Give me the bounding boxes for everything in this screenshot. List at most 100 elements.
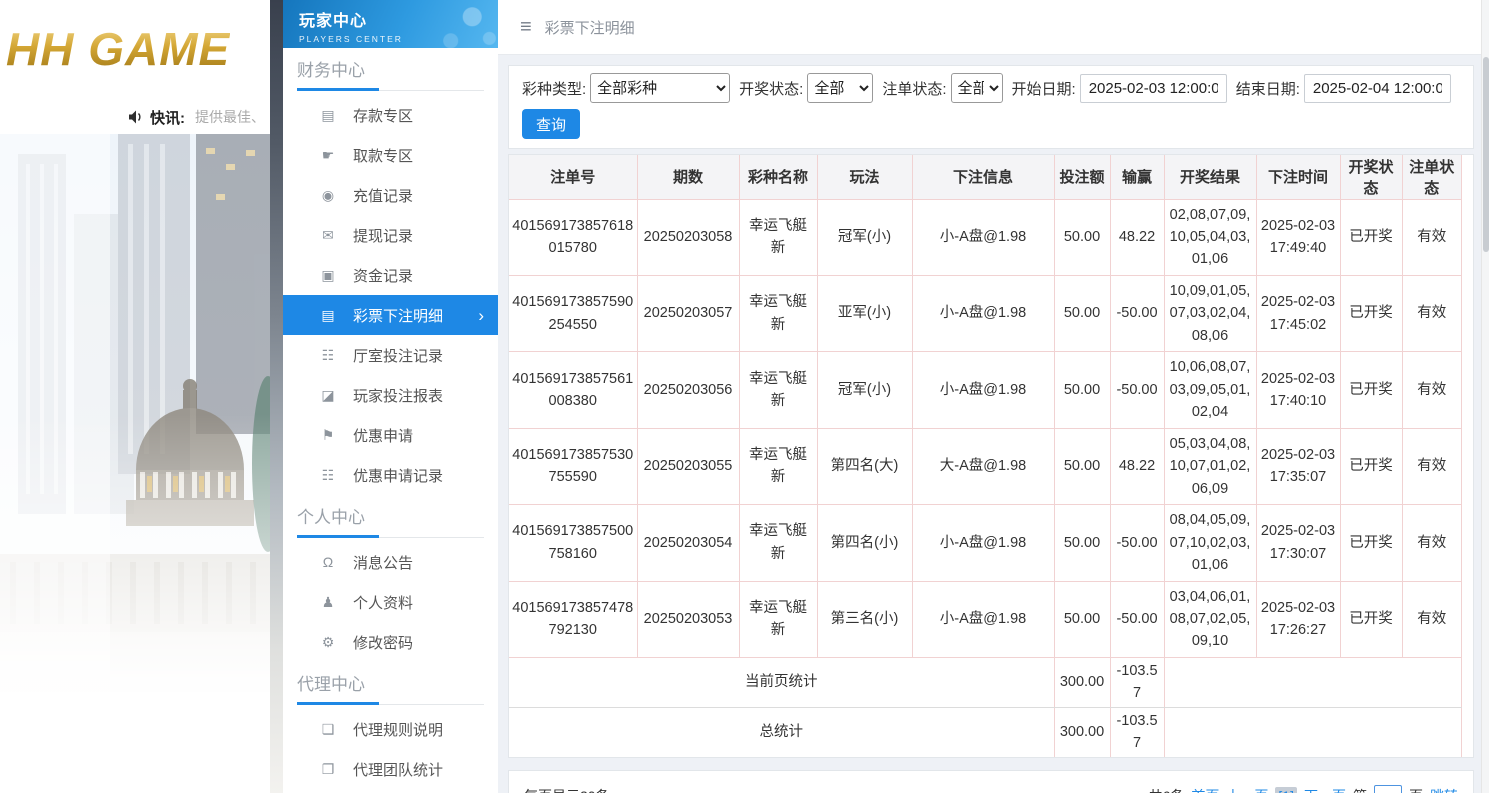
sidebar-item-agent-team-stats[interactable]: ❐ 代理团队统计 <box>283 749 498 789</box>
purse-icon: ▣ <box>321 266 335 283</box>
site-header: HH GAME <box>0 0 283 100</box>
section-rule <box>297 535 484 538</box>
table-row: 401569173857500758160 20250203054 幸运飞艇新 第四… <box>509 504 1462 582</box>
page-title: 彩票下注明细 <box>544 19 635 37</box>
sidebar-item-withdrawal-records[interactable]: ✉ 提现记录 <box>283 215 498 255</box>
section-title-finance: 财务中心 <box>297 61 365 80</box>
order-status-label: 注单状态: <box>882 80 947 98</box>
page-size-text: 每页显示20条 <box>524 786 610 793</box>
first-page-link[interactable]: 首页 <box>1191 786 1219 793</box>
start-date-label: 开始日期: <box>1011 80 1076 98</box>
col-header-order-status: 注单状态 <box>1401 155 1462 200</box>
page-summary-label: 当前页统计 <box>509 657 1054 708</box>
total-summary-winloss: -103.57 <box>1109 707 1164 757</box>
col-header-draw-result: 开奖结果 <box>1163 155 1256 200</box>
jump-button[interactable]: 跳转 <box>1430 786 1458 793</box>
prev-page-link[interactable]: 上一页 <box>1226 786 1268 793</box>
total-summary-row: 总统计 300.00 -103.57 <box>509 707 1462 757</box>
form-list-icon: ☷ <box>321 466 335 483</box>
sidebar-item-agent-rules[interactable]: ❏ 代理规则说明 <box>283 709 498 749</box>
end-date-label: 结束日期: <box>1235 80 1300 98</box>
lottery-type-select[interactable]: 全部彩种 <box>590 73 731 103</box>
filter-panel: 彩种类型: 全部彩种 开奖状态: 全部 注单状态: 全部 开始日期: 2025-… <box>508 65 1474 149</box>
vertical-scrollbar[interactable] <box>1481 0 1489 793</box>
order-status-select[interactable]: 全部 <box>950 73 1003 103</box>
lottery-type-label: 彩种类型: <box>522 80 587 98</box>
city-background-image <box>0 134 283 793</box>
news-ticker: 快讯: 提供最佳、 <box>0 100 283 134</box>
col-header-winloss: 输赢 <box>1109 155 1164 200</box>
wallet-icon: ✉ <box>322 226 334 243</box>
jump-prefix-text: 第 <box>1353 786 1367 793</box>
site-logo[interactable]: HH GAME <box>6 22 230 76</box>
col-header-issue: 期数 <box>636 155 739 200</box>
sidebar-item-deposit-zone[interactable]: ▤ 存款专区 <box>283 95 498 135</box>
list-icon: ▤ <box>321 306 335 323</box>
col-header-bet-info: 下注信息 <box>911 155 1054 200</box>
person-icon: ♟ <box>321 593 335 610</box>
section-personal: 个人中心 Ω 消息公告 ♟ 个人资料 ⚙ 修改密码 <box>283 495 498 662</box>
gear-icon: ⚙ <box>321 633 335 650</box>
sidebar-item-player-bet-report[interactable]: ◪ 玩家投注报表 <box>283 375 498 415</box>
sidebar-item-promo-application-records[interactable]: ☷ 优惠申请记录 <box>283 455 498 495</box>
page-divider-shadow <box>270 0 283 793</box>
next-page-link[interactable]: 下一页 <box>1304 786 1346 793</box>
total-summary-bet: 300.00 <box>1053 707 1110 757</box>
sidebar-item-hall-bet-records[interactable]: ☷ 厅室投注记录 <box>283 335 498 375</box>
page-summary-winloss: -103.57 <box>1109 657 1164 708</box>
section-title-personal: 个人中心 <box>297 508 365 527</box>
sidebar-item-funds-records[interactable]: ▣ 资金记录 <box>283 255 498 295</box>
speaker-icon <box>129 110 141 124</box>
main-content: ≡ 彩票下注明细 彩种类型: 全部彩种 开奖状态: 全部 注单状态: 全部 开始… <box>498 0 1481 793</box>
players-center-title: 玩家中心 <box>299 13 368 30</box>
sidebar: 玩家中心 PLAYERS CENTER 财务中心 ▤ 存款专区 ☛ 取款专区 ◉… <box>283 0 498 793</box>
bet-records-table: 注单号 期数 彩种名称 玩法 下注信息 投注额 输赢 开奖结果 下注时间 开奖状… <box>509 155 1462 757</box>
report-chart-icon: ◪ <box>321 386 335 403</box>
scrollbar-thumb[interactable] <box>1483 57 1489 252</box>
gift-icon: ⚑ <box>321 426 335 443</box>
deposit-card-icon: ▤ <box>321 106 335 123</box>
total-count-text: 共6条 <box>1149 786 1185 793</box>
col-header-play: 玩法 <box>816 155 912 200</box>
background-site: HH GAME 快讯: 提供最佳、 <box>0 0 283 793</box>
sidebar-item-personal-profile[interactable]: ♟ 个人资料 <box>283 582 498 622</box>
section-title-agent: 代理中心 <box>297 675 365 694</box>
document-icon: ❏ <box>321 720 335 737</box>
table-row: 401569173857530755590 20250203055 幸运飞艇新 第四… <box>509 428 1462 506</box>
hamburger-menu-icon[interactable]: ≡ <box>520 16 532 39</box>
moneybag-icon: ◉ <box>321 186 335 203</box>
col-header-draw-status: 开奖状态 <box>1339 155 1402 200</box>
table-header-row: 注单号 期数 彩种名称 玩法 下注信息 投注额 输赢 开奖结果 下注时间 开奖状… <box>509 155 1462 200</box>
start-date-input[interactable] <box>1079 73 1227 103</box>
section-rule <box>297 88 484 91</box>
page-summary-bet: 300.00 <box>1053 657 1110 708</box>
table-row: 401569173857478792130 20250203053 幸运飞艇新 第三… <box>509 581 1462 658</box>
draw-status-select[interactable]: 全部 <box>807 73 874 103</box>
withdraw-hand-icon: ☛ <box>321 146 335 163</box>
bell-icon: Ω <box>322 554 334 570</box>
sidebar-item-lottery-bet-details[interactable]: ▤ 彩票下注明细 › <box>283 295 498 335</box>
form-list-icon: ☷ <box>321 346 335 363</box>
sidebar-item-promo-application[interactable]: ⚑ 优惠申请 <box>283 415 498 455</box>
total-summary-label: 总统计 <box>759 724 804 741</box>
sidebar-item-change-password[interactable]: ⚙ 修改密码 <box>283 622 498 662</box>
table-row: 401569173857561008380 20250203056 幸运飞艇新 冠军… <box>509 351 1462 429</box>
sidebar-item-recharge-records[interactable]: ◉ 充值记录 <box>283 175 498 215</box>
draw-status-label: 开奖状态: <box>739 80 804 98</box>
ticker-label: 快讯: <box>150 109 185 127</box>
sidebar-item-message-announcements[interactable]: Ω 消息公告 <box>283 542 498 582</box>
sidebar-item-withdraw-zone[interactable]: ☛ 取款专区 <box>283 135 498 175</box>
screen: HH GAME 快讯: 提供最佳、 玩家中心 PLAYERS CENTER 财务… <box>0 0 1489 793</box>
page-number-input[interactable] <box>1374 785 1402 793</box>
current-page-badge: [1] <box>1275 786 1297 793</box>
end-date-input[interactable] <box>1303 73 1451 103</box>
topbar: ≡ 彩票下注明细 <box>498 0 1481 55</box>
ledger-icon: ❐ <box>321 760 335 777</box>
query-button[interactable]: 查询 <box>522 109 580 139</box>
page-summary-row: 当前页统计 300.00 -103.57 <box>509 657 1462 708</box>
section-agent: 代理中心 ❏ 代理规则说明 ❐ 代理团队统计 <box>283 662 498 789</box>
col-header-lottery-name: 彩种名称 <box>738 155 817 200</box>
col-header-order-no: 注单号 <box>509 155 637 200</box>
jump-suffix-text: 页 <box>1409 786 1423 793</box>
col-header-bet-time: 下注时间 <box>1255 155 1340 200</box>
